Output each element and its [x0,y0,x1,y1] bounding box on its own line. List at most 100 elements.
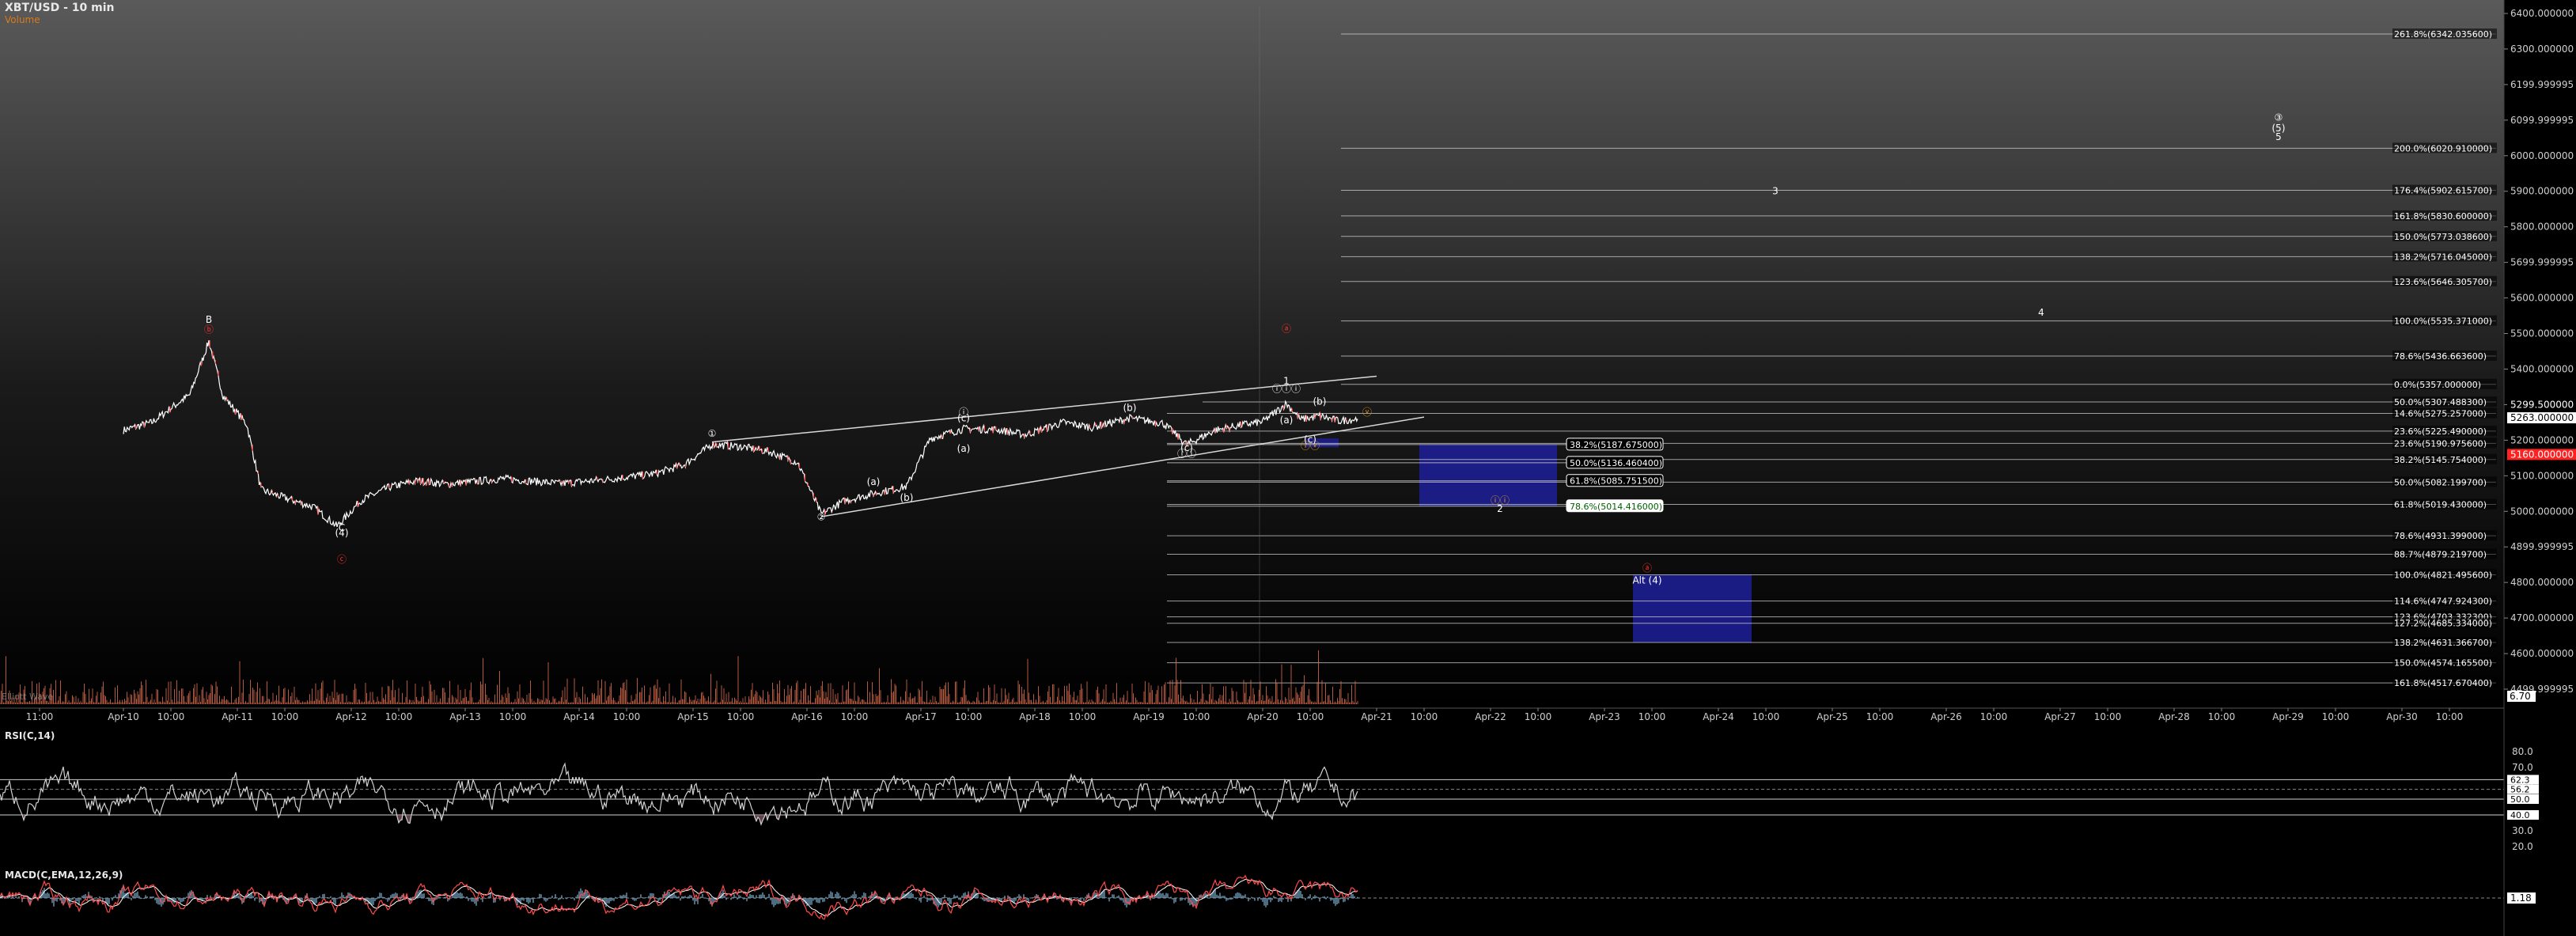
volume-last-label: 6.70 [2510,691,2531,702]
y-tick-label: 6400.000000 [2510,8,2574,19]
x-tick-label: 10:00 [1297,711,1324,722]
x-tick-label: Apr-19 [1133,711,1165,722]
volume-legend-label: Volume [5,14,40,25]
y-tick-label: 4899.999995 [2510,541,2574,552]
x-tick-label: Apr-20 [1247,711,1279,722]
wave-label: Alt (4) [1632,575,1661,586]
wave-label: ⓐ [1282,323,1291,334]
y-tick-label: 5900.000000 [2510,186,2574,197]
x-tick-label: Apr-26 [1930,711,1962,722]
wave-label: (a) [957,443,971,454]
x-tick-label: Apr-23 [1589,711,1620,722]
wave-label: (a) [867,476,881,487]
target-zone-wave-2 [1419,444,1557,506]
volume-watermark: Elliott Wave [2,692,53,702]
y-tick-label: 5800.000000 [2510,222,2574,233]
wave-label: (b) [1123,403,1137,414]
x-tick-label: 10:00 [385,711,413,722]
rsi-tick-label: 20.0 [2512,841,2533,852]
rsi-tick-label: 80.0 [2512,746,2533,757]
x-tick-label: Apr-11 [222,711,253,722]
x-tick-label: Apr-24 [1703,711,1734,722]
x-tick-label: 10:00 [2436,711,2464,722]
y-tick-label: 6300.000000 [2510,44,2574,55]
fib-label: 138.2%(4631.366700) [2394,638,2492,648]
wave-label: 5 [2275,131,2282,142]
chart-title-box: XBT/USD - 10 min Volume [5,2,114,25]
y-tick-label: 4700.000000 [2510,612,2574,623]
x-tick-label: 10:00 [613,711,641,722]
wave-label: ⓒ [337,554,347,565]
macd-last-label: 1.18 [2510,892,2532,904]
fib-label: 200.0%(6020.910000) [2394,143,2492,153]
x-tick-label: Apr-30 [2386,711,2418,722]
x-tick-label: Apr-14 [563,711,595,722]
fib-label: 88.7%(4879.219700) [2394,550,2487,560]
rsi-label: RSI(C,14) [5,730,55,741]
fib-label: 0.0%(5357.000000) [2394,380,2481,390]
wave-label: (4) [335,528,349,539]
wave-label: ⓑ [204,324,214,335]
wave-label: ⓘⓘⓘ [1272,384,1301,395]
x-tick-label: Apr-15 [677,711,709,722]
rsi-pane-background [0,726,2504,865]
x-tick-label: 10:00 [841,711,869,722]
y-tick-label: 5600.000000 [2510,293,2574,304]
x-tick-label: 10:00 [1638,711,1666,722]
y-tick-label: 5200.000000 [2510,434,2574,445]
fib-label: 100.0%(5535.371000) [2394,316,2492,327]
x-tick-label: 10:00 [1866,711,1894,722]
y-tick-label: 4800.000000 [2510,577,2574,588]
price-marker-red: 5160.000000 [2510,449,2574,460]
x-tick-label: 10:00 [2208,711,2236,722]
wave-label: ⓘⓥ [1301,441,1320,452]
macd-pane-background [0,867,2504,936]
wave-label: (a) [1280,415,1294,426]
rsi-tick-label: 30.0 [2512,825,2533,836]
fib-label: 100.0%(4821.495600) [2394,570,2492,581]
x-tick-label: Apr-21 [1361,711,1392,722]
chart-canvas[interactable]: 261.8%(6342.035600) 200.0%(6020.910000) 17… [0,0,2576,936]
chart-stage[interactable]: 261.8%(6342.035600) 200.0%(6020.910000) 17… [0,0,2576,936]
y-tick-label: 6000.000000 [2510,150,2574,161]
y-tick-label: 5699.999995 [2510,257,2574,268]
x-tick-label: Apr-18 [1019,711,1051,722]
price-marker: 5299.500000 [2510,400,2574,411]
x-tick-label: 10:00 [955,711,983,722]
x-tick-label: Apr-22 [1475,711,1506,722]
fib-label: 123.6%(5646.305700) [2394,277,2492,287]
fib-label: 78.6%(4931.399000) [2394,531,2487,541]
main-pane-background [0,0,2504,708]
y-tick-label: 5400.000000 [2510,363,2574,374]
fib-label: 61.8%(5019.430000) [2394,500,2487,510]
fib-box-label: 61.8%(5085.751500) [1570,476,1662,487]
fib-label: 161.8%(5830.600000) [2394,211,2492,222]
x-tick-label: 10:00 [1069,711,1097,722]
rsi-tick-label: 70.0 [2512,762,2533,773]
rsi-marker: 50.0 [2510,794,2530,805]
macd-label: MACD(C,EMA,12,26,9) [5,870,123,881]
wave-label: 3 [1772,185,1779,196]
x-tick-label: Apr-29 [2272,711,2304,722]
fib-label: 261.8%(6342.035600) [2394,29,2492,40]
fib-label: 38.2%(5145.754000) [2394,455,2487,465]
x-tick-label: 10:00 [499,711,527,722]
x-tick-label: Apr-12 [335,711,367,722]
fib-label: 150.0%(5773.038600) [2394,232,2492,242]
y-tick-label: 5000.000000 [2510,506,2574,517]
fib-label: 78.6%(5436.663600) [2394,351,2487,362]
y-tick-label: 5500.000000 [2510,328,2574,339]
x-tick-label: 10:00 [2322,711,2350,722]
fib-label: 127.2%(4685.334000) [2394,619,2492,629]
x-tick-label: 10:00 [1980,711,2008,722]
wave-label: ② [817,512,826,523]
x-tick-label: 10:00 [2094,711,2122,722]
x-tick-label: Apr-16 [791,711,823,722]
fib-label: 114.6%(4747.924300) [2394,597,2492,607]
fib-label: 14.6%(5275.257000) [2394,409,2487,419]
wave-label: ① [708,428,717,439]
fib-label: 50.0%(5307.488300) [2394,397,2487,407]
y-tick-label: 4600.000000 [2510,648,2574,659]
y-tick-label: 6199.999995 [2510,79,2574,90]
rsi-marker: 62.3 [2510,775,2530,785]
